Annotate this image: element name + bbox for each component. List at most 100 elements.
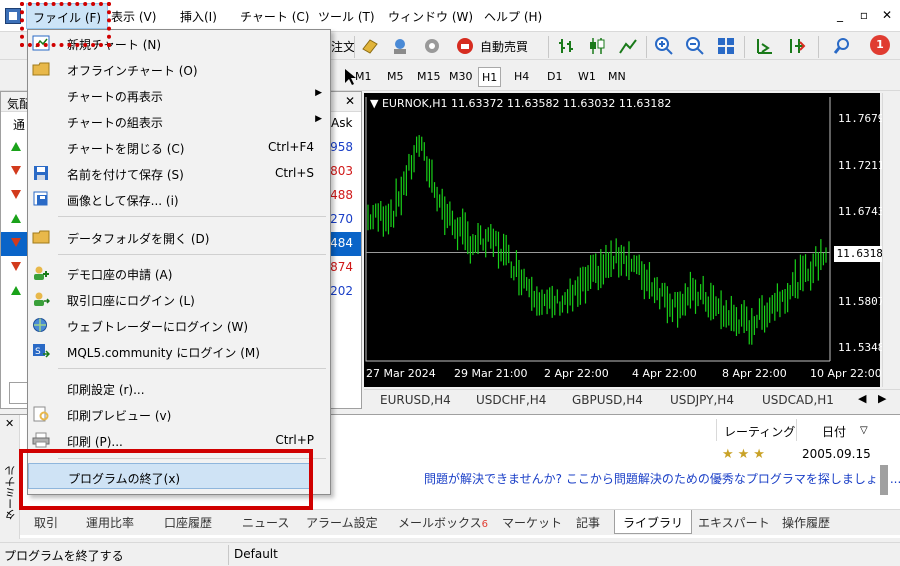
menu-item-reopen-chart[interactable]: チャートの再表示 ▶ [28,82,330,108]
menu-item-close-chart[interactable]: チャートを閉じる (C) Ctrl+F4 [28,134,330,160]
chart-window[interactable]: ▼ EURNOK,H1 11.63372 11.63582 11.63032 1… [364,93,892,387]
restore-icon[interactable]: ▫ [855,6,873,24]
tab-journal[interactable]: 操作履歴 [782,514,830,531]
chart-tab[interactable]: USDCHF,H4 [476,393,546,407]
timeframe-mn[interactable]: MN [605,67,629,87]
zoom-out-icon[interactable] [685,36,705,56]
chart-shift-icon[interactable] [754,36,774,56]
tab-library[interactable]: ライブラリ [614,510,693,534]
column-rating[interactable]: レーティング [724,423,795,440]
chart-tab[interactable]: USDCAD,H1 [762,393,834,407]
menu-item-label: チャートの再表示 [67,90,163,104]
timeframe-m30[interactable]: M30 [446,67,476,87]
timeframe-h4[interactable]: H4 [511,67,532,87]
arrow-down-icon [11,190,21,199]
tab-mailbox[interactable]: メールボックス6 [398,514,488,531]
chart-frame [365,97,830,362]
globe-icon [33,318,47,332]
tile-windows-icon[interactable] [716,36,736,56]
chart-tabs: EURUSD,H4 USDCHF,H4 GBPUSD,H4 USDJPY,H4 … [364,389,900,411]
menu-item-label: ウェブトレーダーにログイン (W) [67,320,249,334]
autoscroll-icon[interactable] [787,36,807,56]
ask-value: 874 [330,260,353,274]
menu-help[interactable]: ヘルプ (H) [484,8,542,25]
chart-tab[interactable]: EURUSD,H4 [380,393,451,407]
print-icon [32,432,50,448]
tab-experts[interactable]: エキスパート [698,514,770,531]
menu-item-demo-account[interactable]: デモ口座の申請 (A) [28,260,330,286]
autotrade-button[interactable]: 自動売買 [458,37,542,57]
status-bar: プログラムを終了する Default [0,542,900,566]
menu-item-login-trade[interactable]: 取引口座にログイン (L) [28,286,330,312]
status-separator [228,545,229,565]
column-ask[interactable]: Ask [331,116,352,130]
save-image-icon [33,191,48,206]
minimize-icon[interactable]: _ [831,6,849,24]
market-icon[interactable] [422,36,442,56]
menu-item-shortcut: Ctrl+P [275,433,314,447]
ask-value: 488 [330,188,353,202]
menu-item-shortcut: Ctrl+F4 [268,140,314,154]
timeframe-m15[interactable]: M15 [414,67,444,87]
close-icon[interactable]: ✕ [5,417,14,430]
candlestick-icon[interactable] [587,36,607,56]
signals-icon[interactable] [390,36,410,56]
mql5-icon: S [33,344,50,358]
zoom-in-icon[interactable] [654,36,674,56]
dropdown-triangle-icon[interactable]: ▼ [370,97,378,110]
terminal-scrollbar[interactable] [880,465,888,495]
freelance-link[interactable]: 問題が解決できませんか? ここから問題解決のための優秀なプログラマを探しましょう… [424,470,900,487]
search-icon[interactable] [832,36,852,56]
metaeditor-icon[interactable] [360,36,380,56]
tab-scroll-left-icon[interactable]: ◀ [858,392,866,405]
new-order-label[interactable]: 注文 [331,38,355,55]
menu-item-offline-chart[interactable]: オフラインチャート (O) [28,56,330,82]
tab-scroll-right-icon[interactable]: ▶ [878,392,886,405]
bar-chart-icon[interactable] [556,36,576,56]
menu-tools[interactable]: ツール (T) [318,8,375,25]
menu-chart[interactable]: チャート (C) [240,8,309,25]
menu-item-login-webtrader[interactable]: ウェブトレーダーにログイン (W) [28,312,330,338]
user-login-icon [34,292,50,306]
chart-tab[interactable]: USDJPY,H4 [670,393,734,407]
tab-alerts[interactable]: アラーム設定 [306,514,378,531]
menu-item-label: デモ口座の申請 (A) [67,268,173,282]
timeframe-w1[interactable]: W1 [575,67,599,87]
timeframe-m5[interactable]: M5 [384,67,407,87]
menu-item-save-picture[interactable]: 画像として保存... (i) [28,186,330,212]
menu-item-print-preview[interactable]: 印刷プレビュー (v) [28,401,330,427]
toolbar-separator [354,36,355,58]
column-symbol[interactable]: 通 [13,116,25,133]
column-date[interactable]: 日付 [822,423,846,440]
ask-value: 202 [330,284,353,298]
menu-item-label: 印刷 (P)... [67,435,123,449]
save-icon [34,166,48,180]
tab-trade[interactable]: 取引 [34,514,58,531]
line-chart-icon[interactable] [618,36,638,56]
timeframe-m1[interactable]: M1 [352,67,375,87]
timeframe-d1[interactable]: D1 [544,67,565,87]
tab-mailbox-label: メールボックス [398,516,482,530]
chart-scrollbar[interactable] [882,93,900,387]
menu-window[interactable]: ウィンドウ (W) [388,8,473,25]
timeframe-h1[interactable]: H1 [478,67,502,87]
tab-articles[interactable]: 記事 [576,514,600,531]
sort-icon[interactable]: ▽ [860,425,868,436]
menu-insert[interactable]: 挿入(I) [180,8,217,25]
close-icon[interactable]: ✕ [345,94,355,108]
arrow-up-icon [11,214,21,223]
notification-badge[interactable]: 1 [870,35,890,55]
menu-item-label: オフラインチャート (O) [67,64,198,78]
tab-exposure[interactable]: 運用比率 [86,514,134,531]
tab-market[interactable]: マーケット [502,514,562,531]
menu-item-print-setup[interactable]: 印刷設定 (r)... [28,375,330,401]
menu-item-profiles[interactable]: チャートの組表示 ▶ [28,108,330,134]
tab-account-history[interactable]: 口座履歴 [164,514,212,531]
menu-view[interactable]: 表示 (V) [111,8,156,25]
tab-news[interactable]: ニュース [242,514,289,531]
menu-item-save-as[interactable]: 名前を付けて保存 (S) Ctrl+S [28,160,330,186]
menu-item-login-mql5[interactable]: S MQL5.community にログイン (M) [28,338,330,364]
close-icon[interactable]: ✕ [878,6,896,24]
chart-tab[interactable]: GBPUSD,H4 [572,393,643,407]
menu-item-open-data-folder[interactable]: データフォルダを開く (D) [28,224,330,250]
